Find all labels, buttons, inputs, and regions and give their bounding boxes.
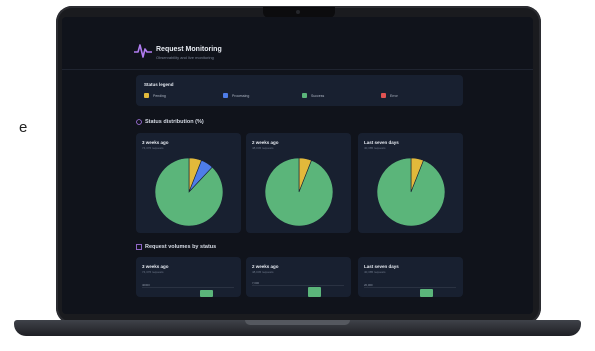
pie-chart (264, 157, 334, 227)
panel-title: Last seven days (364, 264, 399, 269)
panel-subtitle: 48,045 requests (252, 146, 274, 150)
grid-line (142, 287, 234, 288)
stray-letter: e (19, 119, 28, 136)
clock-icon (136, 119, 142, 125)
app-subtitle: Observability and live monitoring (156, 55, 214, 60)
pie-panel-1: 3 weeks ago 74,376 requests (136, 133, 241, 233)
pie-panel-2: 2 weeks ago 48,045 requests (246, 133, 351, 233)
pie-slice-success (264, 157, 334, 227)
legend-item-error: Error (381, 93, 398, 98)
laptop-screen: Request Monitoring Observability and liv… (62, 17, 533, 314)
legend-item-pending: Pending (144, 93, 166, 98)
volume-bar (200, 290, 213, 297)
app-title: Request Monitoring (156, 46, 222, 53)
panel-title: Last seven days (364, 140, 399, 145)
legend-swatch (223, 93, 228, 98)
camera-icon (296, 10, 300, 14)
volumes-section-title: Request volumes by status (136, 244, 216, 250)
status-legend-card: Status legend Pending Processing Success… (136, 75, 463, 106)
app-header: Request Monitoring Observability and liv… (62, 17, 533, 70)
panel-title: 3 weeks ago (142, 140, 169, 145)
legend-label: Processing (232, 93, 250, 98)
distribution-section-title: Status distribution (%) (136, 119, 204, 125)
volume-panel-3: Last seven days 40,385 requests 20,000 (358, 257, 463, 297)
pie-panel-3: Last seven days 40,385 requests (358, 133, 463, 233)
grid-line (364, 287, 456, 288)
section-title-text: Request volumes by status (145, 244, 217, 250)
panel-title: 3 weeks ago (142, 264, 169, 269)
panel-subtitle: 40,385 requests (364, 270, 386, 274)
legend-item-processing: Processing (223, 93, 249, 98)
legend-title: Status legend (144, 82, 174, 87)
pie-slice-success (154, 157, 224, 227)
pie-slice-success (376, 157, 446, 227)
grid-line (252, 285, 344, 286)
panel-title: 2 weeks ago (252, 264, 279, 269)
pulse-logo-icon (134, 44, 152, 58)
panel-subtitle: 48,045 requests (252, 270, 274, 274)
legend-label: Error (390, 93, 398, 98)
panel-subtitle: 40,385 requests (364, 146, 386, 150)
legend-swatch (302, 93, 307, 98)
pie-chart (154, 157, 224, 227)
panel-title: 2 weeks ago (252, 140, 279, 145)
volume-bar (420, 289, 433, 297)
panel-subtitle: 74,376 requests (142, 146, 164, 150)
legend-item-success: Success (302, 93, 324, 98)
legend-label: Pending (153, 93, 166, 98)
volume-panel-2: 2 weeks ago 48,045 requests 7,000 (246, 257, 351, 297)
pie-chart (376, 157, 446, 227)
legend-swatch (381, 93, 386, 98)
bar-chart-icon (136, 244, 142, 250)
section-title-text: Status distribution (%) (145, 119, 204, 125)
laptop-hinge (245, 320, 350, 325)
legend-swatch (144, 93, 149, 98)
panel-subtitle: 74,376 requests (142, 270, 164, 274)
volume-bar (308, 287, 321, 297)
volume-panel-1: 3 weeks ago 74,376 requests 40000 (136, 257, 241, 297)
legend-label: Success (311, 93, 325, 98)
